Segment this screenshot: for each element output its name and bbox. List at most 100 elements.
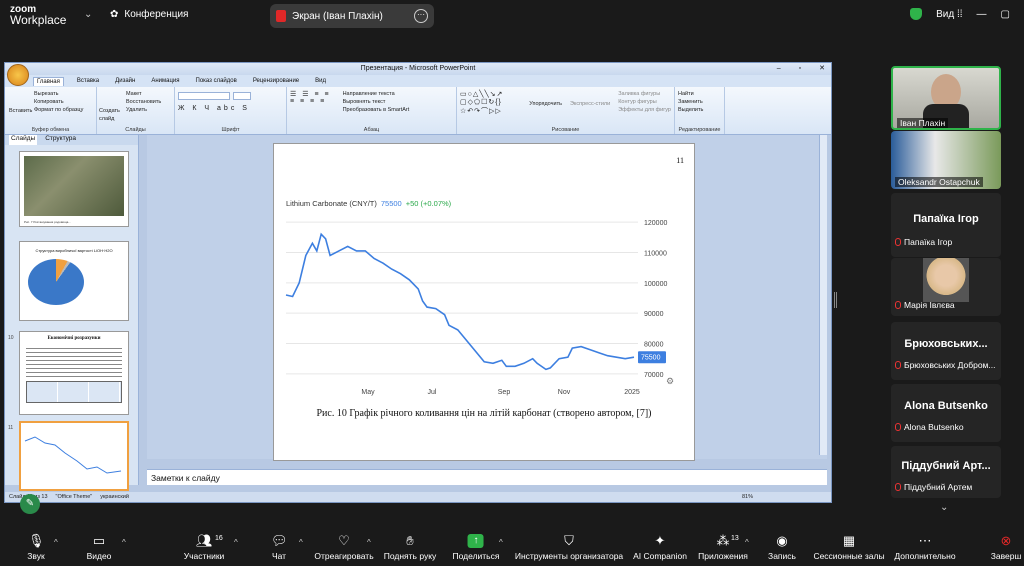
react-caret-icon[interactable]: ^ <box>367 538 371 547</box>
ppt-close-icon[interactable]: ✕ <box>819 63 825 75</box>
participant-tile-7[interactable]: Піддубний Арт... Піддубний Артем <box>891 446 1001 498</box>
record-button[interactable]: ◉ Запись <box>768 533 796 562</box>
quick-styles-button[interactable]: Экспресс-стили <box>570 100 610 116</box>
share-button[interactable]: ↑ Поделиться <box>453 534 499 561</box>
layout-button[interactable]: Макет <box>126 90 171 98</box>
camera-icon: ▭ <box>92 533 106 548</box>
slide-thumbnail-10[interactable]: Економічні розрахунки <box>19 331 129 415</box>
participant-tile-4[interactable]: Марія Івлєва <box>891 258 1001 316</box>
paste-button[interactable]: Вставить <box>9 107 32 115</box>
ribbon-tab-6[interactable]: Вид <box>312 77 329 85</box>
format-painter-button[interactable]: Формат по образцу <box>34 106 93 114</box>
shape-effects-button[interactable]: Эффекты для фигур <box>618 106 671 114</box>
chart-price: 75500 <box>381 199 402 208</box>
participant-tile-5[interactable]: Брюховських... Брюховських Добром... <box>891 322 1001 380</box>
view-button[interactable]: Вид ⁞⁞ <box>936 9 962 20</box>
end-button[interactable]: ⊗ Заверш <box>991 534 1022 562</box>
chevron-down-icon[interactable]: ⌄ <box>84 9 92 20</box>
ribbon-tab-1[interactable]: Вставка <box>74 77 102 85</box>
font-family-input[interactable] <box>178 92 230 100</box>
ppt-maximize-icon[interactable]: ▫ <box>799 63 801 75</box>
participant-title-6: Alona Butsenko <box>904 400 988 412</box>
replace-button[interactable]: Заменить <box>678 98 721 106</box>
settings-gear-icon[interactable]: ⚙ <box>666 376 674 386</box>
host-tools-button[interactable]: ⛉ Инструменты организатора <box>515 533 623 562</box>
chat-caret-icon[interactable]: ^ <box>299 538 303 547</box>
share-screen-icon: ↑ <box>468 534 484 548</box>
more-options-icon[interactable]: ··· <box>414 9 428 23</box>
editing-group-label: Редактирование <box>678 127 721 133</box>
participant-tile-6[interactable]: Alona Butsenko Alona Butsenko <box>891 384 1001 442</box>
copy-button[interactable]: Копировать <box>34 98 93 106</box>
smartart-button[interactable]: Преобразовать в SmartArt <box>343 106 410 114</box>
ribbon-tab-0[interactable]: Главная <box>33 76 64 86</box>
ribbon-tab-3[interactable]: Анимация <box>148 77 182 85</box>
shape-outline-button[interactable]: Контур фигуры <box>618 98 671 106</box>
delete-slide-button[interactable]: Удалить <box>126 106 171 114</box>
audio-caret-icon[interactable]: ^ <box>54 538 58 547</box>
reset-button[interactable]: Восстановить <box>126 98 171 106</box>
participants-icon: 👥︎ <box>195 533 213 548</box>
ribbon-tab-4[interactable]: Показ слайдов <box>193 77 240 85</box>
slide-thumbnail-8[interactable]: Структура виробничої вартості LiOH·H2O <box>19 241 129 321</box>
apps-button[interactable]: ⁂ Приложения <box>698 534 748 562</box>
tab-slides[interactable]: Слайды <box>9 135 38 145</box>
font-format-icons[interactable]: Ж К Ч abc S <box>178 105 283 112</box>
notes-pane[interactable]: Заметки к слайду <box>147 469 827 485</box>
slide-thumbnail-11[interactable] <box>19 421 129 491</box>
scroll-down-chevron-icon[interactable]: ⌄ <box>940 502 948 513</box>
conference-button[interactable]: ✿ Конференция <box>110 9 188 20</box>
text-direction-button[interactable]: Направление текста <box>343 90 410 98</box>
audio-button[interactable]: 🎙︎ Звук <box>27 534 44 562</box>
apps-caret-icon[interactable]: ^ <box>745 538 749 547</box>
select-button[interactable]: Выделить <box>678 106 721 114</box>
align-text-button[interactable]: Выровнять текст <box>343 98 410 106</box>
react-button[interactable]: ♡ Отреагировать <box>314 534 373 562</box>
vertical-scrollbar[interactable] <box>819 135 827 455</box>
participants-caret-icon[interactable]: ^ <box>234 538 238 547</box>
participant-tile-1[interactable]: Іван Плахін <box>891 66 1001 130</box>
list-icons[interactable]: ☰ ☰ ≡ ≡ ≡ ≡ ≡ ≡ <box>290 90 331 114</box>
raise-hand-button[interactable]: ✋︎ Поднять руку <box>384 534 437 562</box>
new-slide-button[interactable]: Создать слайд <box>99 107 121 123</box>
shapes-gallery[interactable]: ▭○△╲╲↘↗ ▢◇⬠☐↻{} ☆↶↷⌒▷▷ <box>460 90 521 116</box>
ribbon-tab-5[interactable]: Рецензирование <box>250 77 302 85</box>
more-button[interactable]: ⋯ Дополнительно <box>894 534 955 562</box>
ai-label: AI Companion <box>633 551 687 561</box>
restore-icon[interactable]: ▢ <box>1001 9 1010 20</box>
thumb-table <box>26 381 122 403</box>
slide-thumbnail-7[interactable]: Рис. 7 Розташування родовища... <box>19 151 129 227</box>
video-button[interactable]: ▭ Видео <box>87 533 112 562</box>
breakout-rooms-button[interactable]: ▦ Сессионные залы <box>813 534 884 562</box>
video-caret-icon[interactable]: ^ <box>122 538 126 547</box>
panel-resize-handle[interactable] <box>834 292 837 308</box>
ppt-minimize-icon[interactable]: – <box>777 63 781 75</box>
participant-tile-2[interactable]: Oleksandr Ostapchuk <box>891 131 1001 189</box>
thumb-number-11: 11 <box>8 425 14 431</box>
shape-fill-button[interactable]: Заливка фигуры <box>618 90 671 98</box>
screen-share-pill[interactable]: Экран (Іван Плахін) ··· <box>270 4 434 28</box>
status-lang: украинский <box>100 494 129 500</box>
participants-count: 16 <box>215 535 223 542</box>
find-button[interactable]: Найти <box>678 90 721 98</box>
security-shield-icon[interactable] <box>910 8 923 20</box>
office-button-icon[interactable] <box>7 64 29 86</box>
current-slide[interactable]: 11 Lithium Carbonate (CNY/T) 75500 +50 (+0… <box>273 143 695 461</box>
share-caret-icon[interactable]: ^ <box>499 538 503 547</box>
view-label: Вид <box>936 8 955 20</box>
status-zoom[interactable]: 81% <box>742 494 753 500</box>
record-icon: ◉ <box>776 533 788 548</box>
participant-tile-3[interactable]: Папаїка Ігор Папаїка Ігор <box>891 193 1001 257</box>
ai-companion-button[interactable]: ✦ AI Companion <box>633 534 687 562</box>
minimize-icon[interactable]: — <box>977 9 987 20</box>
shield-icon: ⛉ <box>564 533 574 548</box>
annotate-pen-icon[interactable]: ✎ <box>20 494 40 514</box>
cut-button[interactable]: Вырезать <box>34 90 93 98</box>
tab-outline[interactable]: Структура <box>45 135 76 145</box>
ribbon-tab-2[interactable]: Дизайн <box>112 77 138 85</box>
participant-name-6: Alona Butsenko <box>904 422 964 432</box>
font-size-input[interactable] <box>233 92 251 100</box>
arrange-button[interactable]: Упорядочить <box>529 100 562 116</box>
muted-mic-icon <box>895 483 901 491</box>
chat-button[interactable]: 💬︎ Чат <box>271 534 288 562</box>
